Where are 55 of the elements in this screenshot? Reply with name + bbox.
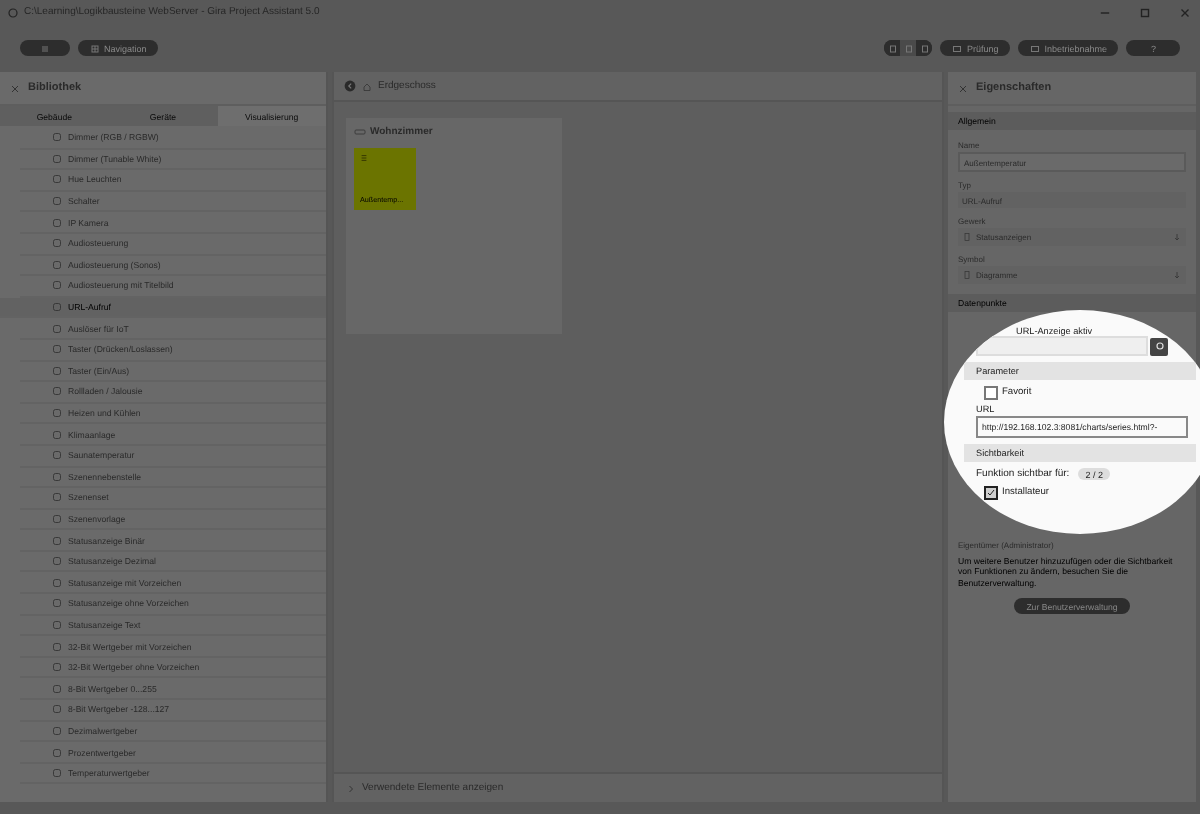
datapoint-button[interactable] [1150,337,1168,355]
tile-icon [52,471,62,482]
tile-icon [52,704,62,715]
tile-icon [52,725,62,736]
window-icon [952,43,963,53]
tile-icon [52,365,62,376]
app-icon [8,7,18,17]
device-icon [962,232,972,242]
lines-icon [360,154,368,162]
tile-icon [52,683,62,694]
tile-icon [52,238,62,249]
tile-icon [52,196,62,207]
window-icon [1030,43,1041,53]
tile-icon [52,598,62,609]
circle-icon [1153,340,1165,352]
house-icon [362,81,372,91]
tile-icon [52,768,62,779]
device-icon [962,270,972,280]
tile-icon [52,386,62,397]
down-arrow-icon [1172,232,1182,242]
view-toggle[interactable] [916,40,933,56]
close-icon[interactable] [10,83,20,93]
tile-icon [52,535,62,546]
tile-icon [52,450,62,461]
tile-icon [52,492,62,503]
tile-icon [52,408,62,419]
view-toggle[interactable] [884,40,901,56]
tile-icon [52,323,62,334]
tile-icon [52,619,62,630]
back-icon[interactable] [344,80,356,92]
tile-icon [52,513,62,524]
tile-icon [52,641,62,652]
tile-icon [52,153,62,164]
grid-icon [90,43,100,53]
url-display-field[interactable] [976,336,1148,356]
favorite-checkbox[interactable] [984,386,998,400]
tile-icon [52,662,62,673]
menu-button[interactable] [20,40,70,56]
maximize-icon[interactable] [1138,5,1152,19]
tile-icon [52,747,62,758]
tile-icon [52,132,62,143]
down-arrow-icon [1172,270,1182,280]
view-toggle[interactable] [900,40,917,56]
close-icon[interactable] [1178,5,1192,19]
tile-icon [52,577,62,588]
tile-icon [52,280,62,291]
tile-icon [52,344,62,355]
tile-icon [52,302,62,313]
tile-icon [52,429,62,440]
tile-icon [52,259,62,270]
tile-icon [52,556,62,567]
tile-icon [52,217,62,228]
close-icon[interactable] [958,83,968,93]
tile-icon [52,174,62,185]
role-checkbox[interactable] [984,486,998,500]
